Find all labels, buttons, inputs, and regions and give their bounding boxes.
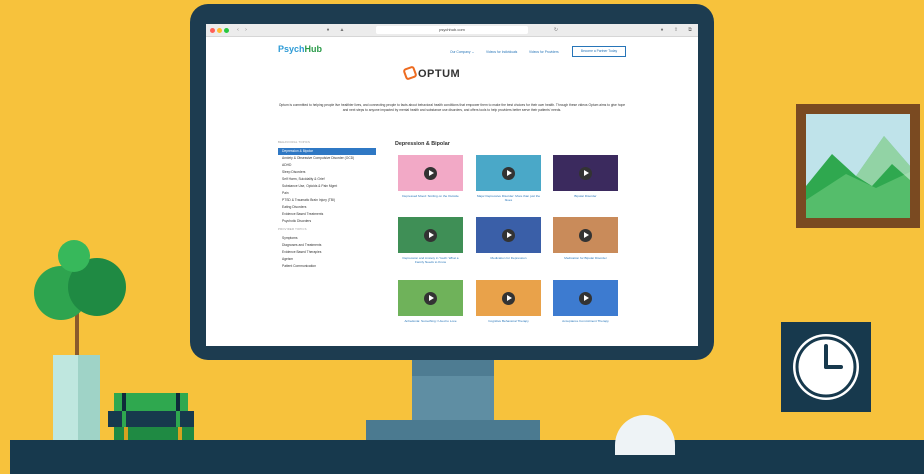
- book: [114, 393, 188, 411]
- minimize-window-icon[interactable]: [217, 28, 222, 33]
- sidebar-item-diagnoses[interactable]: Diagnoses and Treatments: [278, 242, 376, 249]
- play-icon[interactable]: [502, 166, 515, 180]
- video-thumbnail[interactable]: [398, 217, 463, 253]
- play-icon[interactable]: [579, 291, 592, 305]
- sidebar-item-anxiety-ocd[interactable]: Anxiety & Obsessive Compulsive Disorder …: [278, 155, 376, 162]
- video-thumbnail[interactable]: [553, 280, 618, 316]
- video-caption[interactable]: Medication for Depression: [476, 256, 541, 260]
- sidebar-item-depression-bipolar[interactable]: Depression & Bipolar: [278, 148, 376, 155]
- sidebar-item-eating[interactable]: Eating Disorders: [278, 204, 376, 211]
- video-thumbnail[interactable]: [553, 155, 618, 191]
- sidebar-item-ptsd[interactable]: PTSD & Traumatic Brain Injury (TBI): [278, 197, 376, 204]
- book: [108, 411, 194, 427]
- nav-videos-providers[interactable]: Videos for Providers: [529, 50, 559, 54]
- book-band: [124, 427, 128, 440]
- tabs-icon[interactable]: ⧉: [686, 26, 694, 34]
- sidebar-item-evidence-therapies[interactable]: Evidence Based Therapies: [278, 249, 376, 256]
- video-thumbnail[interactable]: [398, 155, 463, 191]
- video-thumbnail[interactable]: [398, 280, 463, 316]
- logo-text: Psych: [278, 44, 305, 54]
- computer-mouse: [615, 415, 675, 455]
- book: [114, 427, 194, 440]
- sidebar-item-symptoms[interactable]: Symptoms: [278, 235, 376, 242]
- play-icon[interactable]: [424, 291, 437, 305]
- extension-icon[interactable]: ●: [658, 26, 666, 34]
- logo-text: Hub: [304, 44, 323, 54]
- book-band: [122, 393, 126, 411]
- sidebar-item-evidence-treatments[interactable]: Evidence Based Treatments: [278, 211, 376, 218]
- section-title: Depression & Bipolar: [395, 141, 450, 147]
- video-thumbnail[interactable]: [476, 280, 541, 316]
- sidebar-heading: PROVIDER TOPICS: [278, 227, 307, 231]
- address-bar[interactable]: psychhub.com: [376, 26, 528, 34]
- reload-icon[interactable]: ↻: [552, 26, 560, 34]
- video-caption[interactable]: Major Depressive Disorder: More than jus…: [476, 194, 541, 203]
- plant-pot-shade: [78, 355, 100, 440]
- browser-toolbar: ‹ › ● ▲ psychhub.com ↻ ● ⇧ ⧉: [206, 24, 698, 37]
- play-icon[interactable]: [579, 228, 592, 242]
- shield-icon[interactable]: ●: [324, 26, 332, 34]
- sidebar-heading: BEHAVIORAL TOPICS: [278, 140, 311, 144]
- forward-icon[interactable]: ›: [242, 26, 250, 34]
- play-icon[interactable]: [579, 166, 592, 180]
- video-caption[interactable]: Depressed Mood: Smiling on the Outside: [398, 194, 463, 198]
- sidebar-item-sleep[interactable]: Sleep Disorders: [278, 169, 376, 176]
- video-caption[interactable]: Acceptance Commitment Therapy: [553, 319, 618, 323]
- video-caption[interactable]: Medication for Bipolar Disorder: [553, 256, 618, 260]
- sidebar-item-patient-communication[interactable]: Patient Communication: [278, 263, 376, 270]
- clock-icon: [793, 334, 859, 400]
- sidebar-item-adhd[interactable]: ADHD: [278, 162, 376, 169]
- play-icon[interactable]: [424, 166, 437, 180]
- sidebar-item-substance-use[interactable]: Substance Use, Opioids & Pain Mgmt: [278, 183, 376, 190]
- play-icon[interactable]: [502, 228, 515, 242]
- sidebar-item-pain[interactable]: Pain: [278, 190, 376, 197]
- sidebar-item-self-harm[interactable]: Self Harm, Suicidality & Grief: [278, 176, 376, 183]
- plant-foliage: [58, 240, 90, 272]
- sidebar-item-ageism[interactable]: Ageism: [278, 256, 376, 263]
- mountain-icon: [806, 114, 910, 218]
- book-band: [176, 411, 180, 427]
- close-window-icon[interactable]: [210, 28, 215, 33]
- intro-paragraph: Optum is committed to helping people liv…: [278, 103, 626, 112]
- video-thumbnail[interactable]: [476, 217, 541, 253]
- video-thumbnail[interactable]: [553, 217, 618, 253]
- play-icon[interactable]: [424, 228, 437, 242]
- back-icon[interactable]: ‹: [234, 26, 242, 34]
- partner-logo-text: OPTUM: [418, 68, 461, 80]
- video-caption[interactable]: Depression and Anxiety in Youth: What a …: [398, 256, 463, 265]
- warning-icon[interactable]: ▲: [338, 26, 346, 34]
- psychhub-logo[interactable]: PsychHub: [278, 44, 322, 54]
- desk: [10, 440, 924, 474]
- sidebar-item-psychotic[interactable]: Psychotic Disorders: [278, 218, 376, 225]
- monitor-base: [366, 420, 540, 440]
- video-thumbnail[interactable]: [476, 155, 541, 191]
- monitor-stand-shadow: [412, 360, 494, 376]
- video-caption[interactable]: Bipolar Disorder: [553, 194, 618, 198]
- share-icon[interactable]: ⇧: [672, 26, 680, 34]
- book-band: [178, 427, 182, 440]
- play-icon[interactable]: [502, 291, 515, 305]
- become-partner-button[interactable]: Become a Partner Today: [572, 46, 626, 57]
- book-band: [122, 411, 126, 427]
- wall-clock: [781, 322, 871, 412]
- browser-window: ‹ › ● ▲ psychhub.com ↻ ● ⇧ ⧉ PsychHub Ou…: [206, 24, 698, 346]
- optum-logo-icon: [402, 65, 418, 81]
- nav-our-company[interactable]: Our Company ⌄: [450, 50, 474, 54]
- video-caption[interactable]: Anhedonia: Something I Used to Love: [398, 319, 463, 323]
- video-caption[interactable]: Cognitive Behavioral Therapy: [476, 319, 541, 323]
- maximize-window-icon[interactable]: [224, 28, 229, 33]
- book-band: [176, 393, 180, 411]
- nav-videos-individuals[interactable]: Videos for Individuals: [486, 50, 517, 54]
- landscape-picture: [806, 114, 910, 218]
